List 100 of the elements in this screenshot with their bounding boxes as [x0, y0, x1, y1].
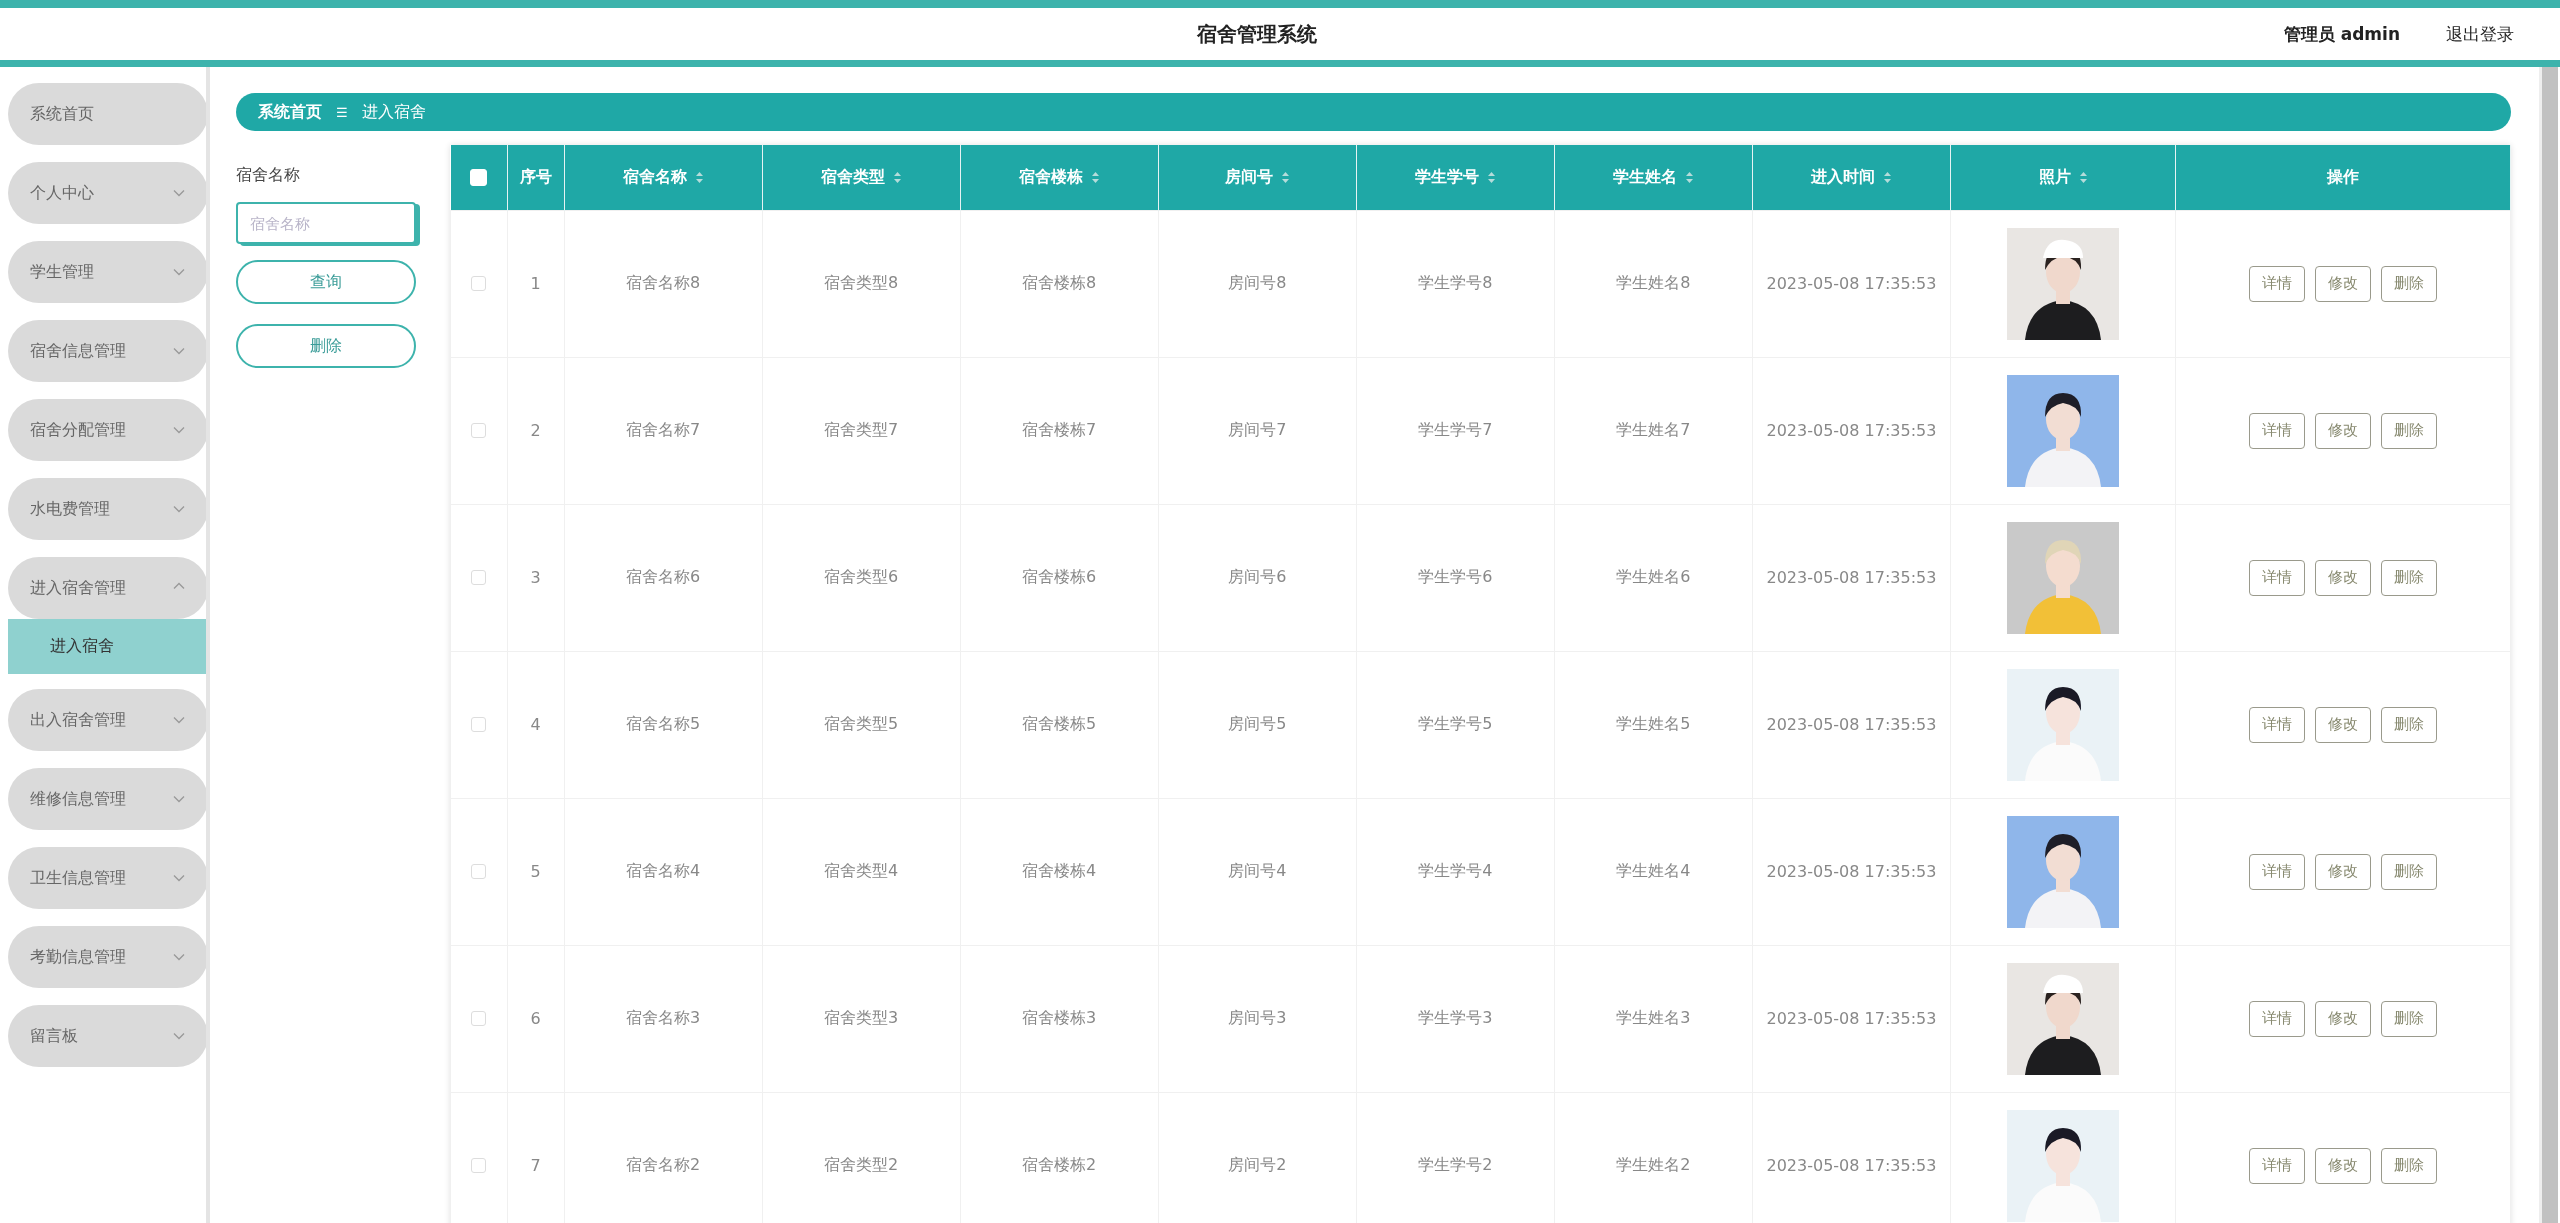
checkbox[interactable] [471, 717, 487, 732]
table-cell: 4 [530, 715, 541, 734]
row-action-button[interactable]: 修改 [2315, 559, 2371, 596]
table-cell: 房间号5 [1228, 714, 1287, 733]
table-cell: 学生学号5 [1418, 714, 1493, 733]
row-action-button[interactable]: 修改 [2315, 706, 2371, 743]
row-action-button[interactable]: 详情 [2249, 853, 2305, 890]
table-cell: 房间号2 [1228, 1155, 1287, 1174]
sidebar-item[interactable]: 留言板 [8, 1005, 206, 1067]
separator-icon: ☰ [336, 104, 348, 120]
column-header: 操作 [2327, 166, 2359, 188]
scrollbar[interactable] [2539, 67, 2558, 1223]
sidebar-item[interactable]: 个人中心 [8, 162, 206, 224]
checkbox[interactable] [471, 1011, 487, 1026]
row-action-button[interactable]: 详情 [2249, 1000, 2305, 1037]
table-cell: 学生姓名7 [1616, 420, 1691, 439]
sidebar-subitem[interactable]: 进入宿舍 [8, 619, 206, 674]
table-cell: 宿舍名称7 [625, 420, 701, 439]
table-cell: 宿舍楼栋6 [1022, 567, 1097, 586]
column-header[interactable]: 宿舍类型 [820, 166, 902, 188]
sidebar-item[interactable]: 进入宿舍管理 [8, 557, 206, 619]
row-action-button[interactable]: 详情 [2249, 412, 2305, 449]
row-action-button[interactable]: 修改 [2315, 853, 2371, 890]
row-action-button[interactable]: 删除 [2381, 1000, 2437, 1037]
table-cell: 宿舍类型5 [824, 714, 899, 733]
user-label: 管理员 admin [2283, 22, 2400, 46]
table-cell: 学生姓名2 [1616, 1155, 1691, 1174]
table-cell: 宿舍类型8 [824, 273, 899, 292]
checkbox[interactable] [471, 276, 487, 291]
table-cell: 房间号4 [1228, 861, 1287, 880]
sidebar-item[interactable]: 考勤信息管理 [8, 926, 206, 988]
table-cell: 宿舍名称5 [625, 714, 701, 733]
table-cell: 宿舍楼栋4 [1022, 861, 1097, 880]
sidebar-item[interactable]: 系统首页 [8, 83, 206, 145]
table-cell: 学生学号6 [1418, 567, 1493, 586]
sidebar-item[interactable]: 宿舍信息管理 [8, 320, 206, 382]
row-action-button[interactable]: 删除 [2381, 412, 2437, 449]
table-cell: 宿舍楼栋7 [1022, 420, 1097, 439]
row-action-button[interactable]: 详情 [2249, 1147, 2305, 1184]
table-cell: 宿舍楼栋5 [1022, 714, 1097, 733]
sidebar-item[interactable]: 学生管理 [8, 241, 206, 303]
table-cell: 2023-05-08 17:35:53 [1766, 862, 1937, 881]
logout-link[interactable]: 退出登录 [2446, 22, 2514, 46]
table-cell: 1 [530, 274, 541, 293]
row-action-button[interactable]: 删除 [2381, 853, 2437, 890]
row-action-button[interactable]: 详情 [2249, 706, 2305, 743]
table-cell: 学生姓名8 [1616, 273, 1691, 292]
table-cell: 宿舍类型2 [824, 1155, 899, 1174]
field-label: 宿舍名称 [236, 165, 301, 186]
row-action-button[interactable]: 删除 [2381, 1147, 2437, 1184]
row-action-button[interactable]: 修改 [2315, 412, 2371, 449]
sidebar-item[interactable]: 卫生信息管理 [8, 847, 206, 909]
table-cell: 7 [530, 1156, 541, 1175]
checkbox[interactable] [471, 864, 487, 879]
sidebar-item[interactable]: 维修信息管理 [8, 768, 206, 830]
table-cell: 宿舍类型4 [824, 861, 899, 880]
checkbox[interactable] [471, 1158, 487, 1173]
column-header[interactable]: 学生学号 [1414, 166, 1496, 188]
search-field[interactable]: 宿舍名称 [236, 202, 416, 244]
sidebar-item[interactable]: 水电费管理 [8, 478, 206, 540]
column-header[interactable]: 宿舍名称 [622, 166, 704, 188]
table-cell: 宿舍名称6 [625, 567, 701, 586]
table-cell: 2023-05-08 17:35:53 [1766, 274, 1937, 293]
row-action-button[interactable]: 修改 [2315, 1000, 2371, 1037]
table-cell: 宿舍类型7 [824, 420, 899, 439]
table-cell: 学生学号8 [1418, 273, 1493, 292]
table-cell: 2023-05-08 17:35:53 [1766, 568, 1937, 587]
table-cell: 2023-05-08 17:35:53 [1766, 1009, 1937, 1028]
table-cell: 学生学号3 [1418, 1008, 1493, 1027]
table-cell: 房间号8 [1228, 273, 1287, 292]
table-cell: 2023-05-08 17:35:53 [1766, 421, 1937, 440]
checkbox[interactable] [471, 423, 487, 438]
table-cell: 宿舍名称8 [625, 273, 701, 292]
column-header[interactable]: 进入时间 [1810, 166, 1892, 188]
row-action-button[interactable]: 删除 [2381, 706, 2437, 743]
search-action-button[interactable]: 查询 [236, 260, 416, 304]
column-header[interactable]: 学生姓名 [1612, 166, 1694, 188]
row-action-button[interactable]: 详情 [2249, 559, 2305, 596]
row-action-button[interactable]: 详情 [2249, 265, 2305, 302]
table-cell: 宿舍名称3 [625, 1008, 701, 1027]
table-cell: 宿舍名称2 [625, 1155, 701, 1174]
row-action-button[interactable]: 修改 [2315, 1147, 2371, 1184]
sidebar-item[interactable]: 宿舍分配管理 [8, 399, 206, 461]
breadcrumb-current: 进入宿舍 [361, 101, 426, 123]
table-cell: 学生学号2 [1418, 1155, 1493, 1174]
table-cell: 2 [530, 421, 541, 440]
sidebar-item[interactable]: 出入宿舍管理 [8, 689, 206, 751]
table-cell: 宿舍楼栋3 [1022, 1008, 1097, 1027]
column-header[interactable]: 照片 [2038, 166, 2088, 188]
column-header[interactable]: 宿舍楼栋 [1018, 166, 1100, 188]
table-cell: 5 [530, 862, 541, 881]
row-action-button[interactable]: 修改 [2315, 265, 2371, 302]
column-header[interactable]: 房间号 [1224, 166, 1290, 188]
table-cell: 房间号3 [1228, 1008, 1287, 1027]
search-action-button[interactable]: 删除 [236, 324, 416, 368]
table-cell: 宿舍名称4 [625, 861, 701, 880]
breadcrumb-link[interactable]: 系统首页 [258, 101, 322, 123]
row-action-button[interactable]: 删除 [2381, 559, 2437, 596]
checkbox[interactable] [471, 570, 487, 585]
row-action-button[interactable]: 删除 [2381, 265, 2437, 302]
